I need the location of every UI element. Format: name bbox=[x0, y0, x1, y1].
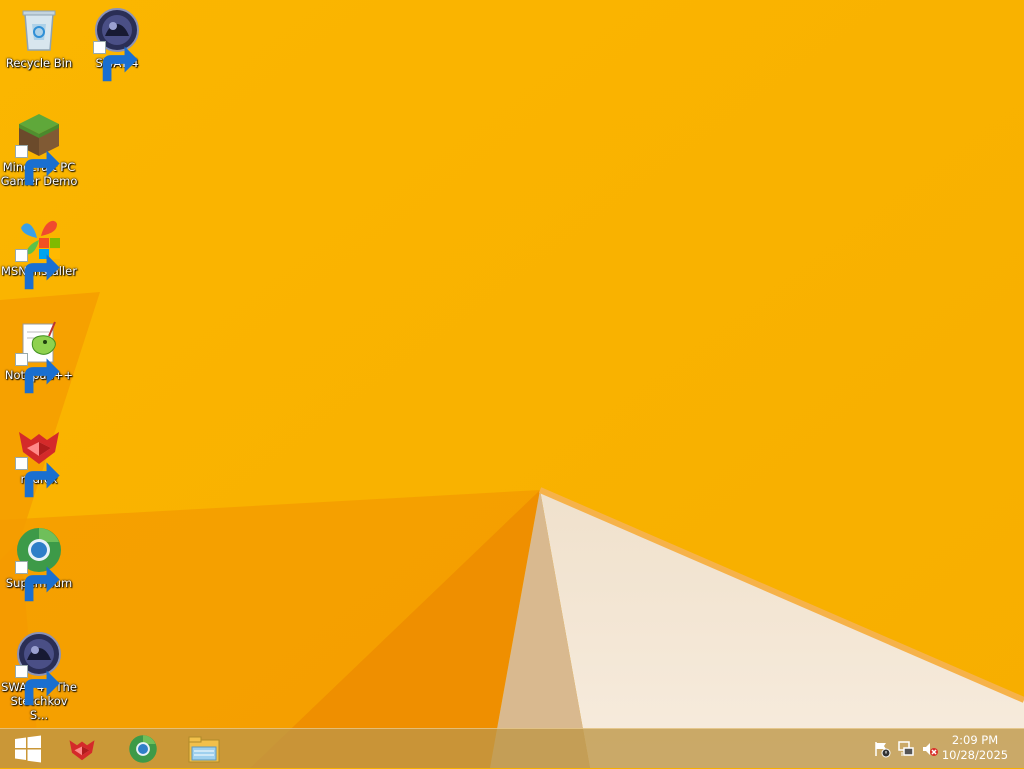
tray-network[interactable] bbox=[897, 740, 915, 758]
recycle-bin-icon bbox=[22, 10, 56, 51]
taskbar-file-explorer-button[interactable] bbox=[176, 729, 232, 769]
desktop-icon-r3dfox[interactable]: r3dfox bbox=[0, 422, 78, 498]
desktop-wallpaper bbox=[0, 0, 1024, 768]
clock-date: 10/28/2025 bbox=[941, 748, 1009, 762]
volume-muted-icon bbox=[923, 743, 938, 756]
shortcut-arrow-icon bbox=[15, 249, 60, 290]
windows-start-icon bbox=[15, 735, 41, 763]
taskbar-supermium-button[interactable] bbox=[115, 729, 171, 769]
desktop-icon-msn-installer[interactable]: MSN Installer bbox=[0, 214, 78, 290]
shortcut-arrow-icon bbox=[93, 41, 138, 82]
tray-action-center[interactable] bbox=[873, 740, 891, 758]
supermium-icon bbox=[129, 735, 157, 763]
tray-volume[interactable] bbox=[921, 740, 939, 758]
network-icon bbox=[898, 741, 914, 756]
shortcut-arrow-icon bbox=[15, 561, 60, 602]
shortcut-arrow-icon bbox=[15, 457, 60, 498]
desktop-icon-swat4[interactable]: SWAT 4 bbox=[78, 6, 156, 82]
desktop-icon-recycle-bin[interactable]: Recycle Bin bbox=[0, 6, 78, 70]
taskbar-clock[interactable]: 2:09 PM 10/28/2025 bbox=[940, 733, 1010, 763]
action-center-flag-icon bbox=[875, 742, 891, 758]
r3dfox-icon bbox=[69, 740, 95, 761]
file-explorer-icon bbox=[188, 736, 220, 763]
desktop-icon-notepadpp[interactable]: Notepad++ bbox=[0, 318, 78, 394]
clock-time: 2:09 PM bbox=[951, 733, 999, 747]
start-button[interactable] bbox=[0, 729, 56, 769]
taskbar: 2:09 PM 10/28/2025 bbox=[0, 728, 1024, 768]
shortcut-arrow-icon bbox=[15, 665, 60, 706]
shortcut-arrow-icon bbox=[15, 353, 60, 394]
taskbar-r3dfox-button[interactable] bbox=[54, 729, 110, 769]
desktop-icon-supermium[interactable]: Supermium bbox=[0, 526, 78, 602]
shortcut-arrow-icon bbox=[15, 145, 60, 186]
desktop-icon-minecraft[interactable]: Minecraft PC Gamer Demo bbox=[0, 110, 78, 188]
desktop-icon-swat4-stetchkov[interactable]: SWAT 4 - The Stetchkov S... bbox=[0, 630, 78, 722]
desktop-icon-label: Recycle Bin bbox=[5, 56, 73, 70]
